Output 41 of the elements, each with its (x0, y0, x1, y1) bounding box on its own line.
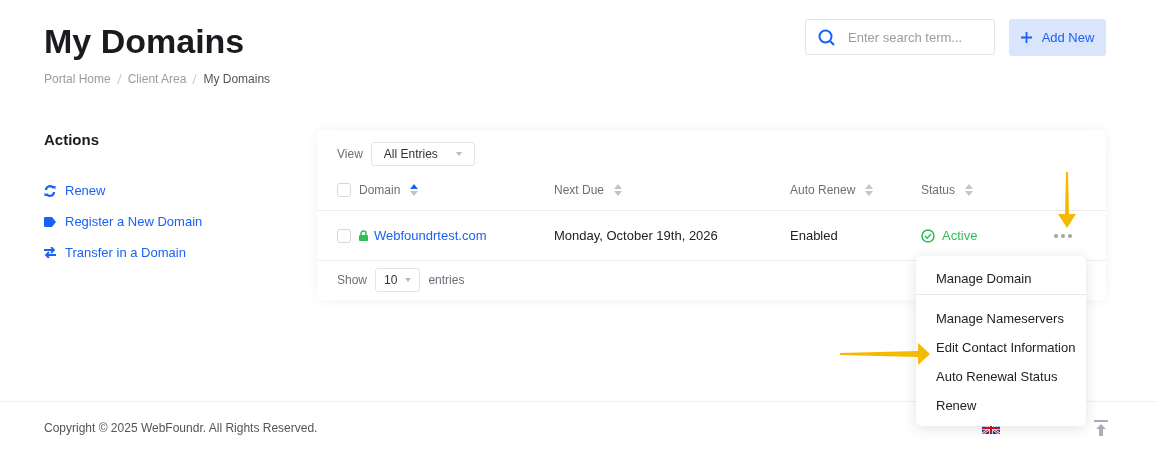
column-header[interactable]: Next Due (554, 183, 605, 197)
sidebar-link[interactable]: Register a New Domain (65, 206, 203, 237)
scroll-top-button[interactable] (1094, 420, 1108, 436)
plus-icon (1020, 32, 1032, 43)
column-header[interactable]: Domain (359, 183, 401, 197)
caret-icon (455, 151, 462, 156)
column-header[interactable]: Auto Renew (790, 183, 856, 197)
status-text: Active (942, 228, 978, 243)
menu-item[interactable]: Auto Renewal Status (916, 362, 1086, 391)
actions-heading: Actions (44, 130, 100, 150)
refresh-icon (44, 184, 56, 197)
next-due-date: Monday, October 19th, 2026 (554, 228, 718, 243)
copyright-text: Copyright © 2025 WebFoundr. All Rights Reserved. (44, 421, 318, 435)
view-dropdown[interactable]: All Entries (370, 141, 475, 166)
checkbox[interactable] (337, 228, 351, 243)
breadcrumb-link[interactable]: Portal Home (44, 72, 111, 86)
column-header[interactable]: Status (921, 183, 956, 197)
caret-icon (405, 278, 412, 282)
tag-icon (44, 216, 56, 227)
add-new-button[interactable]: Add New (1009, 19, 1106, 56)
checkbox[interactable] (337, 183, 351, 197)
sidebar-link[interactable]: Transfer in a Domain (65, 237, 186, 268)
menu-item[interactable]: Renew (916, 391, 1086, 420)
page-size-dropdown[interactable]: 10 (375, 268, 421, 292)
page-title: My Domains (44, 21, 246, 62)
view-label: View (337, 146, 363, 161)
show-label: Show (337, 273, 368, 287)
sidebar-link[interactable]: Renew (65, 175, 106, 206)
menu-item[interactable]: Manage Domain (916, 262, 1086, 294)
lock-icon (359, 230, 368, 241)
menu-item[interactable]: Manage Nameservers (916, 304, 1086, 333)
annotation-arrow (1057, 172, 1077, 228)
breadcrumb-link[interactable]: Client Area (127, 72, 187, 86)
arrow-up-icon (1094, 420, 1108, 436)
domain-link[interactable]: Webfoundrtest.com (374, 228, 487, 243)
breadcrumb-current: My Domains (203, 72, 271, 86)
transfer-icon (44, 247, 56, 258)
search-field[interactable]: Enter search term... (805, 19, 995, 55)
menu-item[interactable]: Edit Contact Information (916, 333, 1086, 362)
entries-label: entries (428, 273, 465, 287)
auto-renew-value: Enabled (790, 228, 838, 243)
